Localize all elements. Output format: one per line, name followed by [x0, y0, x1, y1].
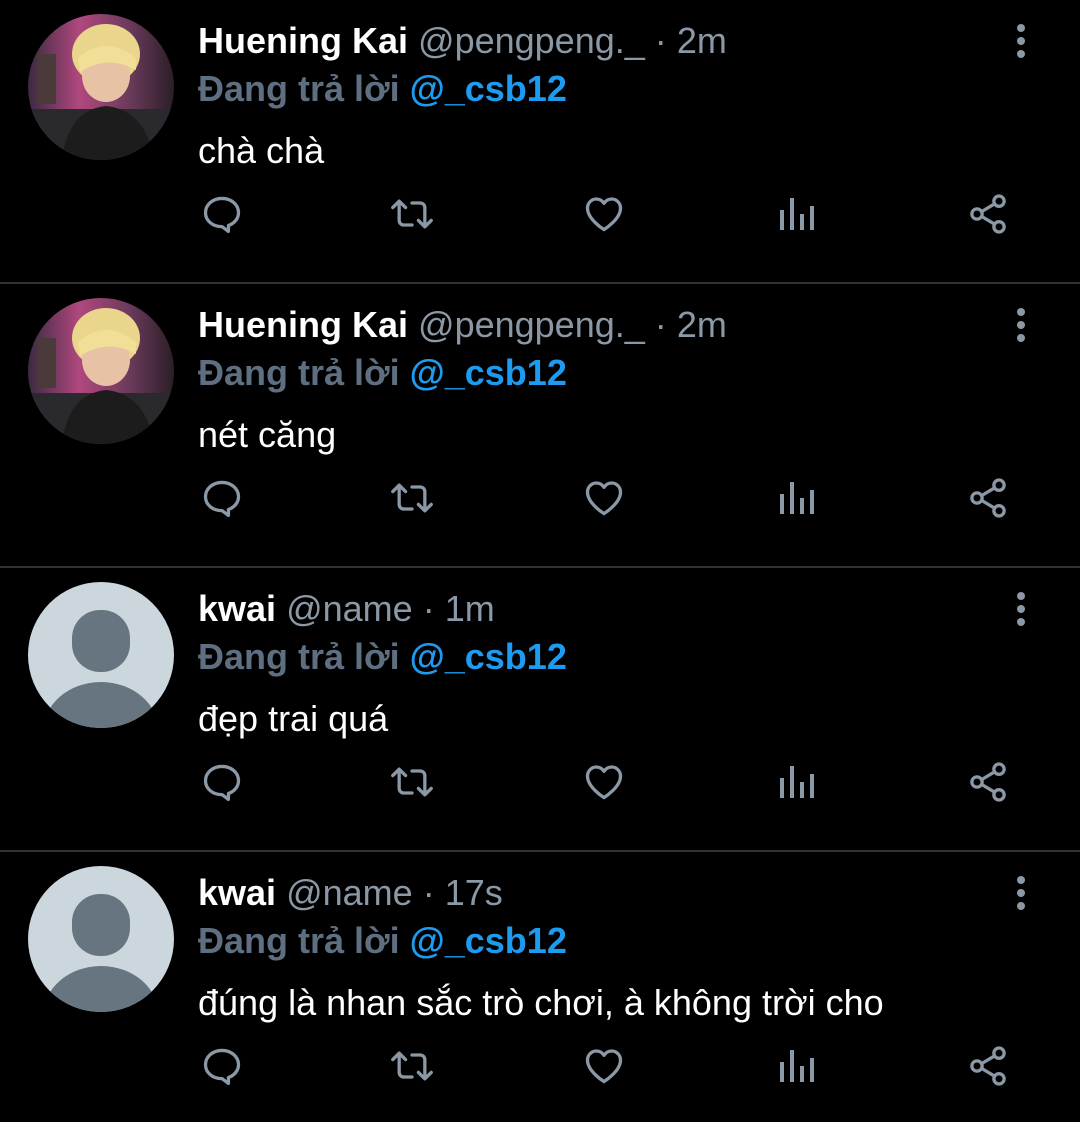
share-icon[interactable]: [960, 1038, 1016, 1094]
display-name[interactable]: Huening Kai: [198, 20, 408, 61]
tweet-header: kwai @name · 1m: [198, 586, 495, 632]
display-name[interactable]: Huening Kai: [198, 304, 408, 345]
reply-icon[interactable]: [194, 470, 250, 526]
separator: ·: [422, 588, 435, 629]
tweet-text: đúng là nhan sắc trò chơi, à không trời …: [198, 982, 884, 1023]
reply-context: Đang trả lời @_csb12: [198, 66, 567, 112]
more-vertical-icon[interactable]: [1004, 302, 1038, 348]
photo-avatar-icon: [28, 298, 174, 444]
handle[interactable]: @name: [286, 872, 413, 913]
reply-context: Đang trả lời @_csb12: [198, 634, 567, 680]
avatar[interactable]: [28, 298, 174, 444]
tweet-text: chà chà: [198, 130, 325, 171]
tweet[interactable]: kwai @name · 17s Đang trả lời @_csb12 đú…: [0, 852, 1080, 1122]
reply-context: Đang trả lời @_csb12: [198, 918, 567, 964]
share-icon[interactable]: [960, 186, 1016, 242]
share-icon[interactable]: [960, 470, 1016, 526]
separator: ·: [654, 304, 667, 345]
handle[interactable]: @pengpeng._: [418, 304, 645, 345]
more-vertical-icon[interactable]: [1004, 870, 1038, 916]
timestamp[interactable]: 1m: [445, 588, 495, 629]
like-icon[interactable]: [576, 186, 632, 242]
tweet[interactable]: Huening Kai @pengpeng._ · 2m Đang trả lờ…: [0, 0, 1080, 284]
analytics-icon[interactable]: [768, 1038, 824, 1094]
avatar[interactable]: [28, 866, 174, 1012]
tweet-header: Huening Kai @pengpeng._ · 2m: [198, 18, 727, 64]
share-icon[interactable]: [960, 754, 1016, 810]
retweet-icon[interactable]: [384, 754, 440, 810]
like-icon[interactable]: [576, 470, 632, 526]
timestamp[interactable]: 17s: [445, 872, 503, 913]
display-name[interactable]: kwai: [198, 588, 276, 629]
tweet-text: đẹp trai quá: [198, 698, 389, 739]
avatar[interactable]: [28, 14, 174, 160]
reply-icon[interactable]: [194, 1038, 250, 1094]
more-vertical-icon[interactable]: [1004, 18, 1038, 64]
retweet-icon[interactable]: [384, 186, 440, 242]
default-avatar-icon: [28, 582, 174, 728]
avatar[interactable]: [28, 582, 174, 728]
tweet[interactable]: Huening Kai @pengpeng._ · 2m Đang trả lờ…: [0, 284, 1080, 568]
reply-prefix: Đang trả lời: [198, 636, 400, 677]
retweet-icon[interactable]: [384, 470, 440, 526]
reply-prefix: Đang trả lời: [198, 920, 400, 961]
like-icon[interactable]: [576, 754, 632, 810]
reply-prefix: Đang trả lời: [198, 68, 400, 109]
analytics-icon[interactable]: [768, 186, 824, 242]
reply-target-link[interactable]: @_csb12: [410, 636, 567, 677]
more-vertical-icon[interactable]: [1004, 586, 1038, 632]
tweet[interactable]: kwai @name · 1m Đang trả lời @_csb12 đẹp…: [0, 568, 1080, 852]
reply-prefix: Đang trả lời: [198, 352, 400, 393]
analytics-icon[interactable]: [768, 754, 824, 810]
reply-icon[interactable]: [194, 754, 250, 810]
analytics-icon[interactable]: [768, 470, 824, 526]
timestamp[interactable]: 2m: [677, 20, 727, 61]
retweet-icon[interactable]: [384, 1038, 440, 1094]
tweet-header: Huening Kai @pengpeng._ · 2m: [198, 302, 727, 348]
separator: ·: [422, 872, 435, 913]
handle[interactable]: @name: [286, 588, 413, 629]
like-icon[interactable]: [576, 1038, 632, 1094]
tweet-header: kwai @name · 17s: [198, 870, 503, 916]
separator: ·: [654, 20, 667, 61]
reply-target-link[interactable]: @_csb12: [410, 920, 567, 961]
handle[interactable]: @pengpeng._: [418, 20, 645, 61]
default-avatar-icon: [28, 866, 174, 1012]
reply-target-link[interactable]: @_csb12: [410, 352, 567, 393]
reply-context: Đang trả lời @_csb12: [198, 350, 567, 396]
photo-avatar-icon: [28, 14, 174, 160]
reply-target-link[interactable]: @_csb12: [410, 68, 567, 109]
timestamp[interactable]: 2m: [677, 304, 727, 345]
reply-icon[interactable]: [194, 186, 250, 242]
tweet-text: nét căng: [198, 414, 337, 455]
display-name[interactable]: kwai: [198, 872, 276, 913]
